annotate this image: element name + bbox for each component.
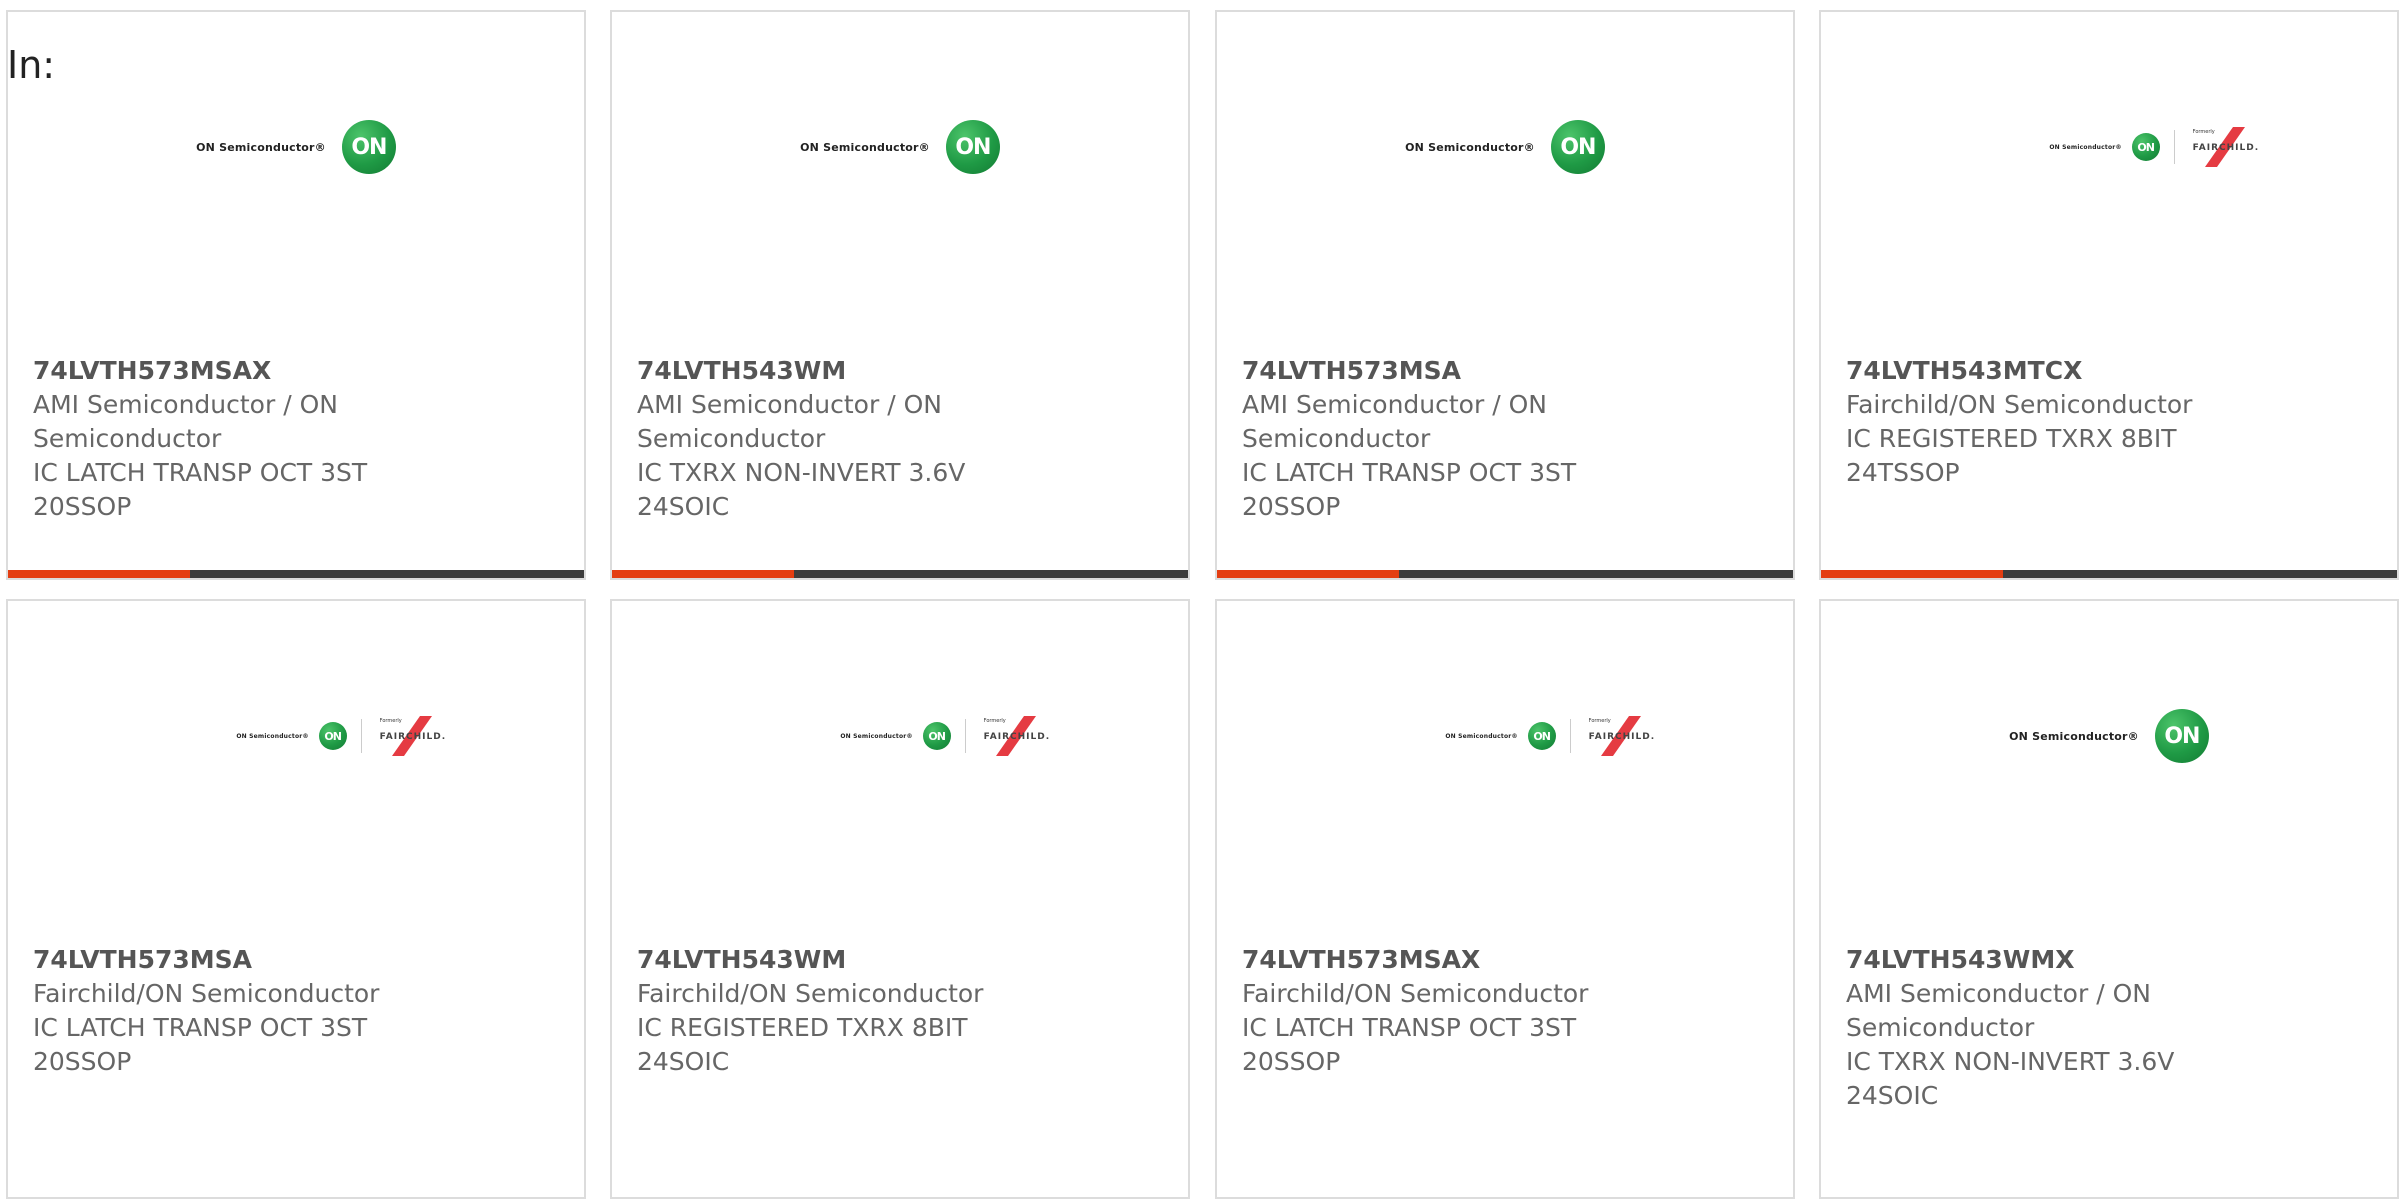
logo-area: ON Semiconductor® ON Formerly FAIRCHILD. bbox=[1821, 12, 2397, 352]
card-bottom-bar bbox=[1821, 570, 2397, 578]
product-card[interactable]: ON Semiconductor® ON 74LVTH573MSAX AMI S… bbox=[6, 10, 586, 580]
product-info: 74LVTH573MSA Fairchild/ON Semiconductor … bbox=[33, 943, 564, 1079]
fairchild-logo-icon: Formerly FAIRCHILD. bbox=[980, 716, 1050, 756]
product-card[interactable]: ON Semiconductor® ON Formerly FAIRCHILD.… bbox=[1819, 10, 2399, 580]
card-accent bbox=[1217, 570, 1399, 578]
part-number[interactable]: 74LVTH573MSA bbox=[33, 943, 564, 977]
on-semiconductor-logo: ON Semiconductor® ON bbox=[196, 120, 396, 174]
description: IC TXRX NON-INVERT 3.6V 24SOIC bbox=[637, 458, 966, 521]
on-semiconductor-logo: ON Semiconductor® ON bbox=[1405, 120, 1605, 174]
on-fairchild-logo: ON Semiconductor® ON Formerly FAIRCHILD. bbox=[2049, 127, 2258, 167]
manufacturer: Fairchild/ON Semiconductor bbox=[637, 979, 984, 1008]
card-accent bbox=[1821, 570, 2003, 578]
on-logo-icon: ON bbox=[341, 120, 396, 174]
manufacturer: AMI Semiconductor / ON Semiconductor bbox=[1846, 979, 2151, 1042]
part-number[interactable]: 74LVTH543WM bbox=[637, 354, 1168, 388]
card-accent bbox=[612, 570, 794, 578]
logo-divider bbox=[360, 719, 362, 753]
card-accent bbox=[8, 570, 190, 578]
description: IC LATCH TRANSP OCT 3ST 20SSOP bbox=[33, 458, 368, 521]
description: IC LATCH TRANSP OCT 3ST 20SSOP bbox=[1242, 1013, 1577, 1076]
product-card[interactable]: ON Semiconductor® ON 74LVTH573MSA AMI Se… bbox=[1215, 10, 1795, 580]
description: IC LATCH TRANSP OCT 3ST 20SSOP bbox=[33, 1013, 368, 1076]
fairchild-wordmark: FAIRCHILD. bbox=[2192, 143, 2260, 153]
card-bottom-bar bbox=[1217, 570, 1793, 578]
description: IC LATCH TRANSP OCT 3ST 20SSOP bbox=[1242, 458, 1577, 521]
manufacturer: AMI Semiconductor / ON Semiconductor bbox=[637, 390, 942, 453]
part-number[interactable]: 74LVTH543WMX bbox=[1846, 943, 2377, 977]
fairchild-logo-icon: Formerly FAIRCHILD. bbox=[376, 716, 446, 756]
manufacturer: AMI Semiconductor / ON Semiconductor bbox=[33, 390, 338, 453]
on-logo-icon: ON bbox=[318, 722, 347, 750]
on-semiconductor-logo: ON Semiconductor® ON bbox=[800, 120, 1000, 174]
part-number[interactable]: 74LVTH573MSA bbox=[1242, 354, 1773, 388]
fairchild-logo-icon: Formerly FAIRCHILD. bbox=[2189, 127, 2259, 167]
logo-area: ON Semiconductor® ON bbox=[1821, 601, 2397, 941]
on-fairchild-logo: ON Semiconductor® ON Formerly FAIRCHILD. bbox=[1445, 716, 1654, 756]
logo-area: ON Semiconductor® ON Formerly FAIRCHILD. bbox=[1217, 601, 1793, 941]
product-info: 74LVTH573MSAX AMI Semiconductor / ON Sem… bbox=[33, 354, 564, 524]
on-logo-icon: ON bbox=[2131, 133, 2160, 161]
on-semiconductor-wordmark: ON Semiconductor® bbox=[800, 140, 930, 154]
product-info: 74LVTH543MTCX Fairchild/ON Semiconductor… bbox=[1846, 354, 2377, 490]
description: IC REGISTERED TXRX 8BIT 24SOIC bbox=[637, 1013, 968, 1076]
in-label: In: bbox=[7, 43, 56, 87]
product-card[interactable]: ON Semiconductor® ON Formerly FAIRCHILD.… bbox=[610, 599, 1190, 1199]
on-semiconductor-wordmark: ON Semiconductor® bbox=[2049, 143, 2122, 151]
description: IC TXRX NON-INVERT 3.6V 24SOIC bbox=[1846, 1047, 2175, 1110]
product-card[interactable]: ON Semiconductor® ON Formerly FAIRCHILD.… bbox=[1215, 599, 1795, 1199]
on-logo-icon: ON bbox=[2154, 709, 2209, 763]
on-semiconductor-wordmark: ON Semiconductor® bbox=[196, 140, 326, 154]
logo-area: ON Semiconductor® ON Formerly FAIRCHILD. bbox=[612, 601, 1188, 941]
on-semiconductor-wordmark: ON Semiconductor® bbox=[840, 732, 913, 740]
on-semiconductor-logo: ON Semiconductor® ON bbox=[2009, 709, 2209, 763]
on-semiconductor-wordmark: ON Semiconductor® bbox=[236, 732, 309, 740]
on-logo-icon: ON bbox=[1550, 120, 1605, 174]
part-number[interactable]: 74LVTH573MSAX bbox=[33, 354, 564, 388]
logo-area: ON Semiconductor® ON bbox=[612, 12, 1188, 352]
product-info: 74LVTH543WMX AMI Semiconductor / ON Semi… bbox=[1846, 943, 2377, 1113]
card-bottom-bar bbox=[612, 570, 1188, 578]
product-card[interactable]: ON Semiconductor® ON Formerly FAIRCHILD.… bbox=[6, 599, 586, 1199]
on-semiconductor-wordmark: ON Semiconductor® bbox=[1405, 140, 1535, 154]
logo-area: ON Semiconductor® ON Formerly FAIRCHILD. bbox=[8, 601, 584, 941]
product-grid: ON Semiconductor® ON 74LVTH573MSAX AMI S… bbox=[0, 0, 2400, 1199]
logo-area: ON Semiconductor® ON bbox=[8, 12, 584, 352]
product-card[interactable]: ON Semiconductor® ON 74LVTH543WMX AMI Se… bbox=[1819, 599, 2399, 1199]
on-logo-icon: ON bbox=[1527, 722, 1556, 750]
logo-divider bbox=[1569, 719, 1571, 753]
part-number[interactable]: 74LVTH543WM bbox=[637, 943, 1168, 977]
fairchild-formerly-text: Formerly bbox=[379, 718, 402, 724]
fairchild-formerly-text: Formerly bbox=[2192, 129, 2215, 135]
part-number[interactable]: 74LVTH573MSAX bbox=[1242, 943, 1773, 977]
logo-divider bbox=[964, 719, 966, 753]
on-fairchild-logo: ON Semiconductor® ON Formerly FAIRCHILD. bbox=[236, 716, 445, 756]
fairchild-wordmark: FAIRCHILD. bbox=[983, 732, 1051, 742]
logo-divider bbox=[2173, 130, 2175, 164]
fairchild-formerly-text: Formerly bbox=[1588, 718, 1611, 724]
product-info: 74LVTH543WM Fairchild/ON Semiconductor I… bbox=[637, 943, 1168, 1079]
product-card[interactable]: ON Semiconductor® ON 74LVTH543WM AMI Sem… bbox=[610, 10, 1190, 580]
logo-area: ON Semiconductor® ON bbox=[1217, 12, 1793, 352]
manufacturer: Fairchild/ON Semiconductor bbox=[1242, 979, 1589, 1008]
fairchild-wordmark: FAIRCHILD. bbox=[379, 732, 447, 742]
on-logo-icon: ON bbox=[922, 722, 951, 750]
product-info: 74LVTH573MSAX Fairchild/ON Semiconductor… bbox=[1242, 943, 1773, 1079]
fairchild-logo-icon: Formerly FAIRCHILD. bbox=[1585, 716, 1655, 756]
on-semiconductor-wordmark: ON Semiconductor® bbox=[2009, 729, 2139, 743]
fairchild-wordmark: FAIRCHILD. bbox=[1588, 732, 1656, 742]
product-info: 74LVTH543WM AMI Semiconductor / ON Semic… bbox=[637, 354, 1168, 524]
on-logo-icon: ON bbox=[945, 120, 1000, 174]
product-info: 74LVTH573MSA AMI Semiconductor / ON Semi… bbox=[1242, 354, 1773, 524]
manufacturer: Fairchild/ON Semiconductor bbox=[33, 979, 380, 1008]
fairchild-formerly-text: Formerly bbox=[983, 718, 1006, 724]
card-bottom-bar bbox=[8, 570, 584, 578]
description: IC REGISTERED TXRX 8BIT 24TSSOP bbox=[1846, 424, 2177, 487]
on-fairchild-logo: ON Semiconductor® ON Formerly FAIRCHILD. bbox=[840, 716, 1049, 756]
manufacturer: Fairchild/ON Semiconductor bbox=[1846, 390, 2193, 419]
part-number[interactable]: 74LVTH543MTCX bbox=[1846, 354, 2377, 388]
on-semiconductor-wordmark: ON Semiconductor® bbox=[1445, 732, 1518, 740]
manufacturer: AMI Semiconductor / ON Semiconductor bbox=[1242, 390, 1547, 453]
